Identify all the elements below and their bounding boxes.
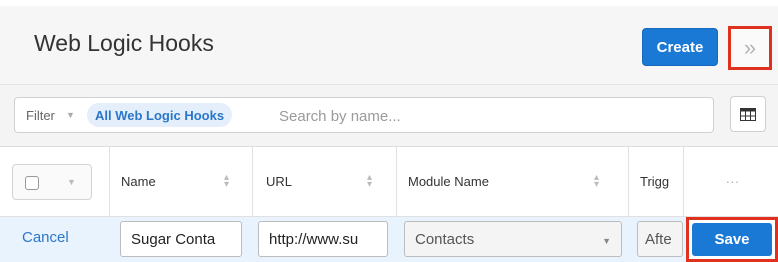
chevron-down-icon: ▼ (602, 236, 611, 246)
module-name-select[interactable]: Contacts ▼ (404, 221, 622, 257)
trigger-select[interactable]: Afte (637, 221, 683, 257)
module-name-value: Contacts (415, 230, 475, 248)
chevron-down-icon[interactable]: ▼ (66, 110, 75, 120)
save-button-highlight: Save (686, 217, 778, 262)
page-header: Web Logic Hooks Create » (0, 6, 778, 85)
inline-edit-row: Cancel Sugar Conta http://www.su Contact… (0, 217, 778, 262)
sort-icon[interactable]: ▴ ▾ (224, 173, 232, 190)
toggle-sidepane-button[interactable]: » (728, 26, 772, 70)
column-divider (252, 147, 253, 217)
sort-icon[interactable]: ▴ ▾ (594, 173, 602, 190)
column-header-name[interactable]: Name (121, 174, 156, 189)
list-view-toggle-button[interactable] (730, 96, 766, 132)
select-all-checkbox[interactable] (25, 176, 39, 190)
mass-select-control[interactable]: ▼ (12, 164, 92, 200)
name-field[interactable]: Sugar Conta (120, 221, 242, 257)
page-title: Web Logic Hooks (34, 30, 214, 56)
active-filter-pill[interactable]: All Web Logic Hooks (87, 103, 233, 127)
double-chevron-right-icon: » (743, 35, 757, 60)
column-header-trigger[interactable]: Trigg (640, 174, 669, 189)
create-button[interactable]: Create (642, 28, 718, 66)
column-header-url[interactable]: URL (266, 174, 292, 189)
search-input[interactable] (279, 105, 699, 127)
filter-dropdown[interactable]: Filter (26, 108, 55, 123)
column-divider (396, 147, 397, 217)
chevron-down-icon[interactable]: ▼ (67, 177, 76, 187)
table-header-row: ▼ Name ▴ ▾ URL ▴ ▾ Module Name ▴ ▾ Trigg ..… (0, 147, 778, 217)
more-options-icon[interactable]: ... (726, 171, 740, 186)
filter-search-box: Filter ▼ All Web Logic Hooks (14, 97, 714, 133)
save-button-container: Save (686, 217, 778, 262)
table-grid-icon (740, 107, 756, 121)
column-divider (109, 147, 110, 217)
url-field[interactable]: http://www.su (258, 221, 388, 257)
column-header-module-name[interactable]: Module Name (408, 174, 489, 189)
sort-icon[interactable]: ▴ ▾ (367, 173, 375, 190)
column-divider (628, 147, 629, 217)
save-button[interactable]: Save (692, 223, 772, 256)
filter-bar: Filter ▼ All Web Logic Hooks (0, 85, 778, 147)
column-divider (683, 147, 684, 217)
cancel-button[interactable]: Cancel (22, 229, 69, 246)
